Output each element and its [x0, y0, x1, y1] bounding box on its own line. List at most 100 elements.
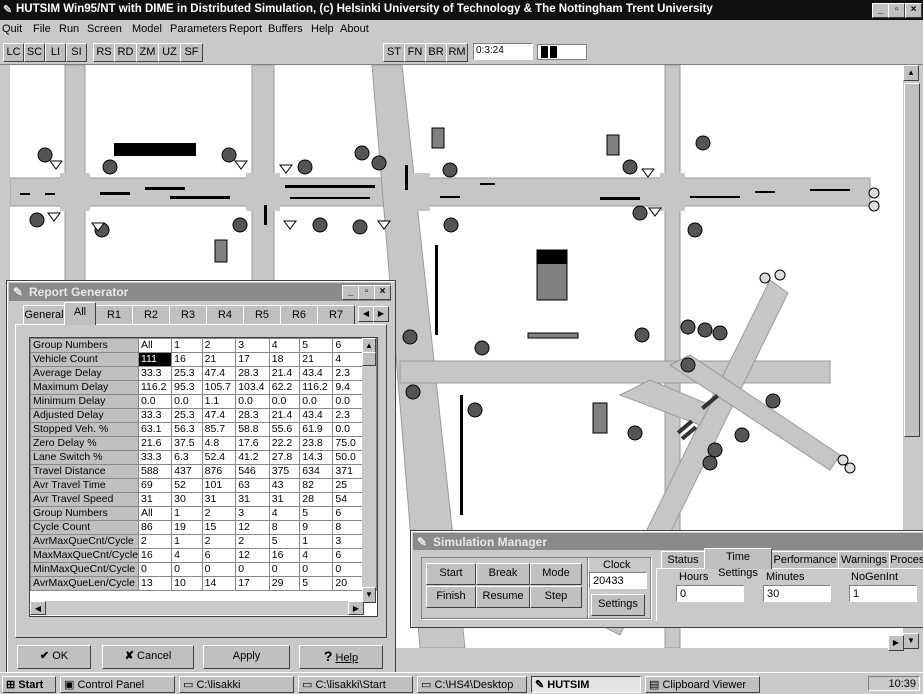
- toolbar-button-li[interactable]: LI: [45, 43, 66, 62]
- grid-cell[interactable]: 111: [137, 352, 173, 367]
- grid-cell[interactable]: 86: [137, 520, 173, 535]
- scroll-right-icon[interactable]: ▶: [348, 601, 364, 615]
- scroll-right-icon[interactable]: ▶: [888, 635, 904, 651]
- tab-process[interactable]: Process: [889, 551, 923, 569]
- grid-cell[interactable]: 1: [171, 534, 203, 549]
- grid-cell[interactable]: 2.3: [332, 366, 364, 381]
- grid-cell[interactable]: 4: [171, 548, 203, 563]
- grid-cell[interactable]: 43: [268, 478, 301, 493]
- step-button[interactable]: Step: [530, 586, 582, 608]
- grid-vertical-scrollbar[interactable]: ▲ ▼: [362, 338, 376, 603]
- grid-cell[interactable]: 33.3: [137, 450, 173, 465]
- grid-cell[interactable]: 19: [171, 520, 203, 535]
- toolbar-button-sf[interactable]: SF: [180, 43, 203, 62]
- start-button[interactable]: Start: [426, 563, 476, 585]
- menu-help[interactable]: Help: [311, 23, 334, 35]
- grid-cell[interactable]: 0: [137, 562, 173, 577]
- menu-file[interactable]: File: [33, 23, 51, 35]
- grid-cell[interactable]: 29: [268, 576, 301, 591]
- tab-r7[interactable]: R7: [317, 305, 355, 325]
- grid-cell[interactable]: 0.0: [299, 394, 334, 409]
- minutes-field[interactable]: 30: [763, 585, 831, 602]
- apply-button[interactable]: Apply: [203, 645, 290, 669]
- settings-button[interactable]: Settings: [591, 594, 645, 616]
- grid-cell[interactable]: 1: [299, 534, 334, 549]
- grid-cell[interactable]: 0: [171, 562, 203, 577]
- table-row[interactable]: Lane Switch % 33.3 6.3 52.4 41.2 27.8 14.3 50.0…: [30, 450, 377, 465]
- grid-cell[interactable]: 31: [268, 492, 301, 507]
- table-row[interactable]: Stopped Veh. % 63.1 56.3 85.7 58.8 55.6 61.9 0.…: [30, 422, 377, 437]
- table-row[interactable]: Minimum Delay0.00.01.10.00.00.00.00.: [30, 394, 377, 409]
- tab-time-settings[interactable]: Time Settings: [704, 548, 772, 579]
- toolbar-button-rd[interactable]: RD: [114, 43, 137, 62]
- table-row[interactable]: MaxMaxQueCnt/Cycle16461216468: [30, 548, 377, 563]
- table-row[interactable]: Cycle Count861915128989: [30, 520, 377, 535]
- grid-cell[interactable]: 25.3: [171, 408, 203, 423]
- taskbar-item-hs4-desktop[interactable]: ▭ C:\HS4\Desktop: [417, 676, 527, 693]
- grid-cell[interactable]: 16: [171, 352, 203, 367]
- grid-cell[interactable]: 95.3: [171, 380, 203, 395]
- table-row[interactable]: Average Delay 33.3 25.3 47.4 28.3 21.4 43.4 2.3…: [30, 366, 377, 381]
- menu-report[interactable]: Report: [229, 23, 262, 35]
- scroll-thumb[interactable]: [362, 352, 376, 366]
- grid-cell[interactable]: 62.2: [268, 380, 301, 395]
- grid-cell[interactable]: 2: [137, 534, 173, 549]
- toolbar-button-rm[interactable]: RM: [446, 43, 468, 62]
- grid-cell[interactable]: 103.4: [235, 380, 270, 395]
- grid-horizontal-scrollbar[interactable]: ◀ ▶: [30, 601, 364, 615]
- grid-cell[interactable]: 0.0: [268, 394, 301, 409]
- grid-cell[interactable]: 101: [201, 478, 237, 493]
- grid-cell[interactable]: 12: [235, 520, 270, 535]
- grid-cell[interactable]: 13: [137, 576, 173, 591]
- grid-cell[interactable]: 75.0: [332, 436, 364, 451]
- tab-r6[interactable]: R6: [280, 305, 318, 325]
- hours-field[interactable]: 0: [676, 585, 744, 602]
- menu-buffers[interactable]: Buffers: [268, 23, 303, 35]
- grid-cell[interactable]: 82: [299, 478, 334, 493]
- grid-cell[interactable]: 30: [171, 492, 203, 507]
- grid-cell[interactable]: 4: [268, 506, 301, 521]
- grid-cell[interactable]: 0: [201, 562, 237, 577]
- finish-button[interactable]: Finish: [426, 586, 476, 608]
- taskbar-item-lisakki-start[interactable]: ▭ C:\lisakki\Start: [298, 676, 413, 693]
- grid-cell[interactable]: 58.8: [235, 422, 270, 437]
- grid-cell[interactable]: 21: [201, 352, 237, 367]
- grid-cell[interactable]: 23.8: [299, 436, 334, 451]
- start-button[interactable]: ⊞ Start: [2, 676, 56, 693]
- taskbar-item-hutsim[interactable]: ✎ HUTSIM: [531, 676, 641, 693]
- grid-cell[interactable]: 10: [171, 576, 203, 591]
- toolbar-button-rs[interactable]: RS: [93, 43, 115, 62]
- app-icon[interactable]: ✎: [3, 3, 14, 16]
- grid-cell[interactable]: 4: [332, 352, 364, 367]
- grid-cell[interactable]: 15: [201, 520, 237, 535]
- grid-cell[interactable]: 0: [332, 562, 364, 577]
- grid-cell[interactable]: 0.0: [171, 394, 203, 409]
- grid-cell[interactable]: 375: [268, 464, 301, 479]
- menu-about[interactable]: About: [340, 23, 369, 35]
- maximize-button[interactable]: ▫: [358, 285, 375, 300]
- grid-cell[interactable]: 33.3: [137, 366, 173, 381]
- minimize-button[interactable]: _: [872, 3, 889, 18]
- toolbar-button-st[interactable]: ST: [383, 43, 405, 62]
- grid-cell[interactable]: 0: [268, 562, 301, 577]
- grid-cell[interactable]: 17: [235, 576, 270, 591]
- grid-cell[interactable]: 9.4: [332, 380, 364, 395]
- grid-cell[interactable]: 50.0: [332, 450, 364, 465]
- grid-cell[interactable]: 3: [235, 506, 270, 521]
- grid-cell[interactable]: 21.6: [137, 436, 173, 451]
- grid-cell[interactable]: 0: [235, 562, 270, 577]
- cancel-button[interactable]: ✘ Cancel: [102, 645, 194, 669]
- nogenint-field[interactable]: 1: [849, 585, 917, 602]
- grid-cell[interactable]: 6: [201, 548, 237, 563]
- grid-cell[interactable]: 21.4: [268, 366, 301, 381]
- tab-scroll-left-icon[interactable]: ◀: [358, 306, 374, 322]
- grid-cell[interactable]: 9: [299, 520, 334, 535]
- scroll-up-icon[interactable]: ▲: [903, 65, 919, 81]
- clock-field[interactable]: 20433: [589, 572, 647, 589]
- grid-cell[interactable]: 25.3: [171, 366, 203, 381]
- grid-cell[interactable]: 588: [137, 464, 173, 479]
- grid-cell[interactable]: 54: [332, 492, 364, 507]
- grid-cell[interactable]: 4: [299, 548, 334, 563]
- table-row[interactable]: Avr Travel Time6952101634382257: [30, 478, 377, 493]
- grid-cell[interactable]: 0.0: [235, 394, 270, 409]
